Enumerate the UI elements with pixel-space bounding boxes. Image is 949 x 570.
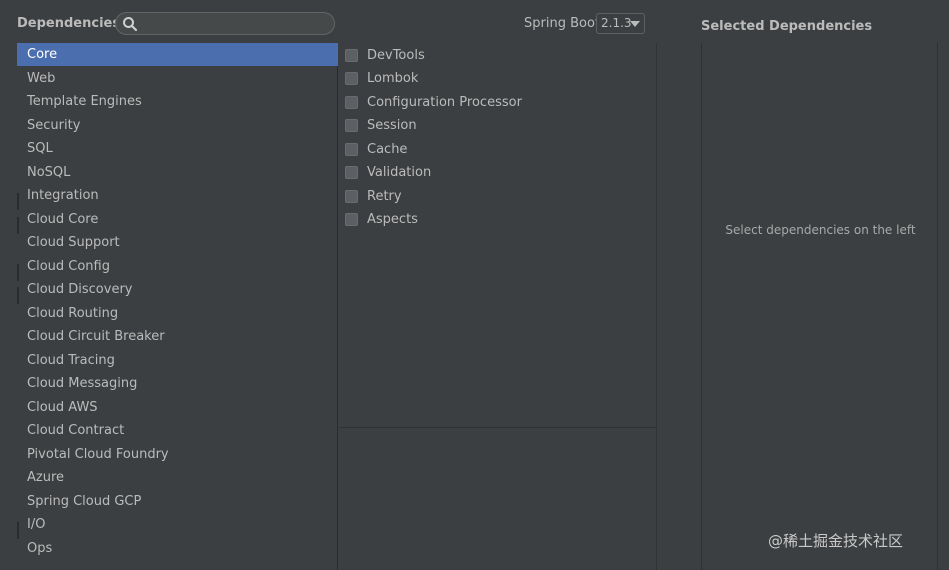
category-item-azure[interactable]: Azure [17, 466, 338, 489]
checkbox[interactable] [345, 190, 358, 203]
dependency-list: DevTools Lombok Configuration Processor … [339, 43, 657, 427]
dependency-label: Configuration Processor [367, 95, 522, 110]
spring-boot-version-select[interactable]: 2.1.3 [596, 13, 645, 34]
category-item-template-engines[interactable]: Template Engines [17, 90, 338, 113]
dependency-label: Aspects [367, 212, 418, 227]
checkbox[interactable] [345, 213, 358, 226]
category-item-cloud-circuit-breaker[interactable]: Cloud Circuit Breaker [17, 325, 338, 348]
dependency-label: Retry [367, 189, 402, 204]
category-item-cloud-core[interactable]: Cloud Core [17, 208, 338, 231]
category-item-sql[interactable]: SQL [17, 137, 338, 160]
category-item-ops[interactable]: Ops [17, 537, 338, 560]
category-item-core[interactable]: Core [17, 43, 338, 66]
category-list: Core Web Template Engines Security SQL N… [17, 43, 338, 570]
scroll-tick [17, 287, 19, 304]
checkbox[interactable] [345, 166, 358, 179]
category-item-io[interactable]: I/O [17, 513, 338, 536]
scroll-tick [17, 217, 19, 234]
dependency-item-devtools[interactable]: DevTools [339, 44, 657, 67]
search-icon [122, 16, 138, 32]
checkbox[interactable] [345, 96, 358, 109]
category-item-cloud-config[interactable]: Cloud Config [17, 255, 338, 278]
checkbox[interactable] [345, 72, 358, 85]
dependency-item-validation[interactable]: Validation [339, 161, 657, 184]
chevron-down-icon [630, 21, 640, 27]
dependency-label: Session [367, 118, 417, 133]
scroll-tick [17, 522, 19, 539]
checkbox[interactable] [345, 119, 358, 132]
category-item-integration[interactable]: Integration [17, 184, 338, 207]
scroll-tick [17, 193, 19, 210]
dependency-description-panel [339, 427, 657, 570]
search-input[interactable] [142, 15, 327, 32]
spring-boot-version-value: 2.1.3 [601, 16, 632, 30]
dependency-label: Lombok [367, 71, 419, 86]
category-item-cloud-contract[interactable]: Cloud Contract [17, 419, 338, 442]
selected-dependencies-title: Selected Dependencies [701, 19, 873, 34]
category-item-cloud-support[interactable]: Cloud Support [17, 231, 338, 254]
dependency-item-session[interactable]: Session [339, 114, 657, 137]
dependency-item-retry[interactable]: Retry [339, 185, 657, 208]
category-item-cloud-tracing[interactable]: Cloud Tracing [17, 349, 338, 372]
spring-boot-label: Spring Boot [524, 16, 601, 31]
checkbox[interactable] [345, 143, 358, 156]
category-item-nosql[interactable]: NoSQL [17, 161, 338, 184]
dependency-label: DevTools [367, 48, 425, 63]
watermark: @稀土掘金技术社区 [768, 532, 904, 550]
category-item-pivotal-cloud-foundry[interactable]: Pivotal Cloud Foundry [17, 443, 338, 466]
dependency-item-lombok[interactable]: Lombok [339, 67, 657, 90]
search-box[interactable] [115, 12, 335, 35]
dependencies-label: Dependencies [17, 16, 121, 31]
category-item-web[interactable]: Web [17, 67, 338, 90]
dependency-label: Cache [367, 142, 408, 157]
selected-dependencies-panel: Select dependencies on the left [701, 43, 938, 570]
dependency-item-cache[interactable]: Cache [339, 138, 657, 161]
category-item-spring-cloud-gcp[interactable]: Spring Cloud GCP [17, 490, 338, 513]
dependency-item-aspects[interactable]: Aspects [339, 208, 657, 231]
dependency-item-configuration-processor[interactable]: Configuration Processor [339, 91, 657, 114]
checkbox[interactable] [345, 49, 358, 62]
scroll-tick [17, 264, 19, 281]
category-item-cloud-messaging[interactable]: Cloud Messaging [17, 372, 338, 395]
selected-dependencies-hint: Select dependencies on the left [725, 223, 916, 237]
dependency-label: Validation [367, 165, 432, 180]
category-item-cloud-routing[interactable]: Cloud Routing [17, 302, 338, 325]
category-item-cloud-discovery[interactable]: Cloud Discovery [17, 278, 338, 301]
category-item-security[interactable]: Security [17, 114, 338, 137]
category-item-cloud-aws[interactable]: Cloud AWS [17, 396, 338, 419]
